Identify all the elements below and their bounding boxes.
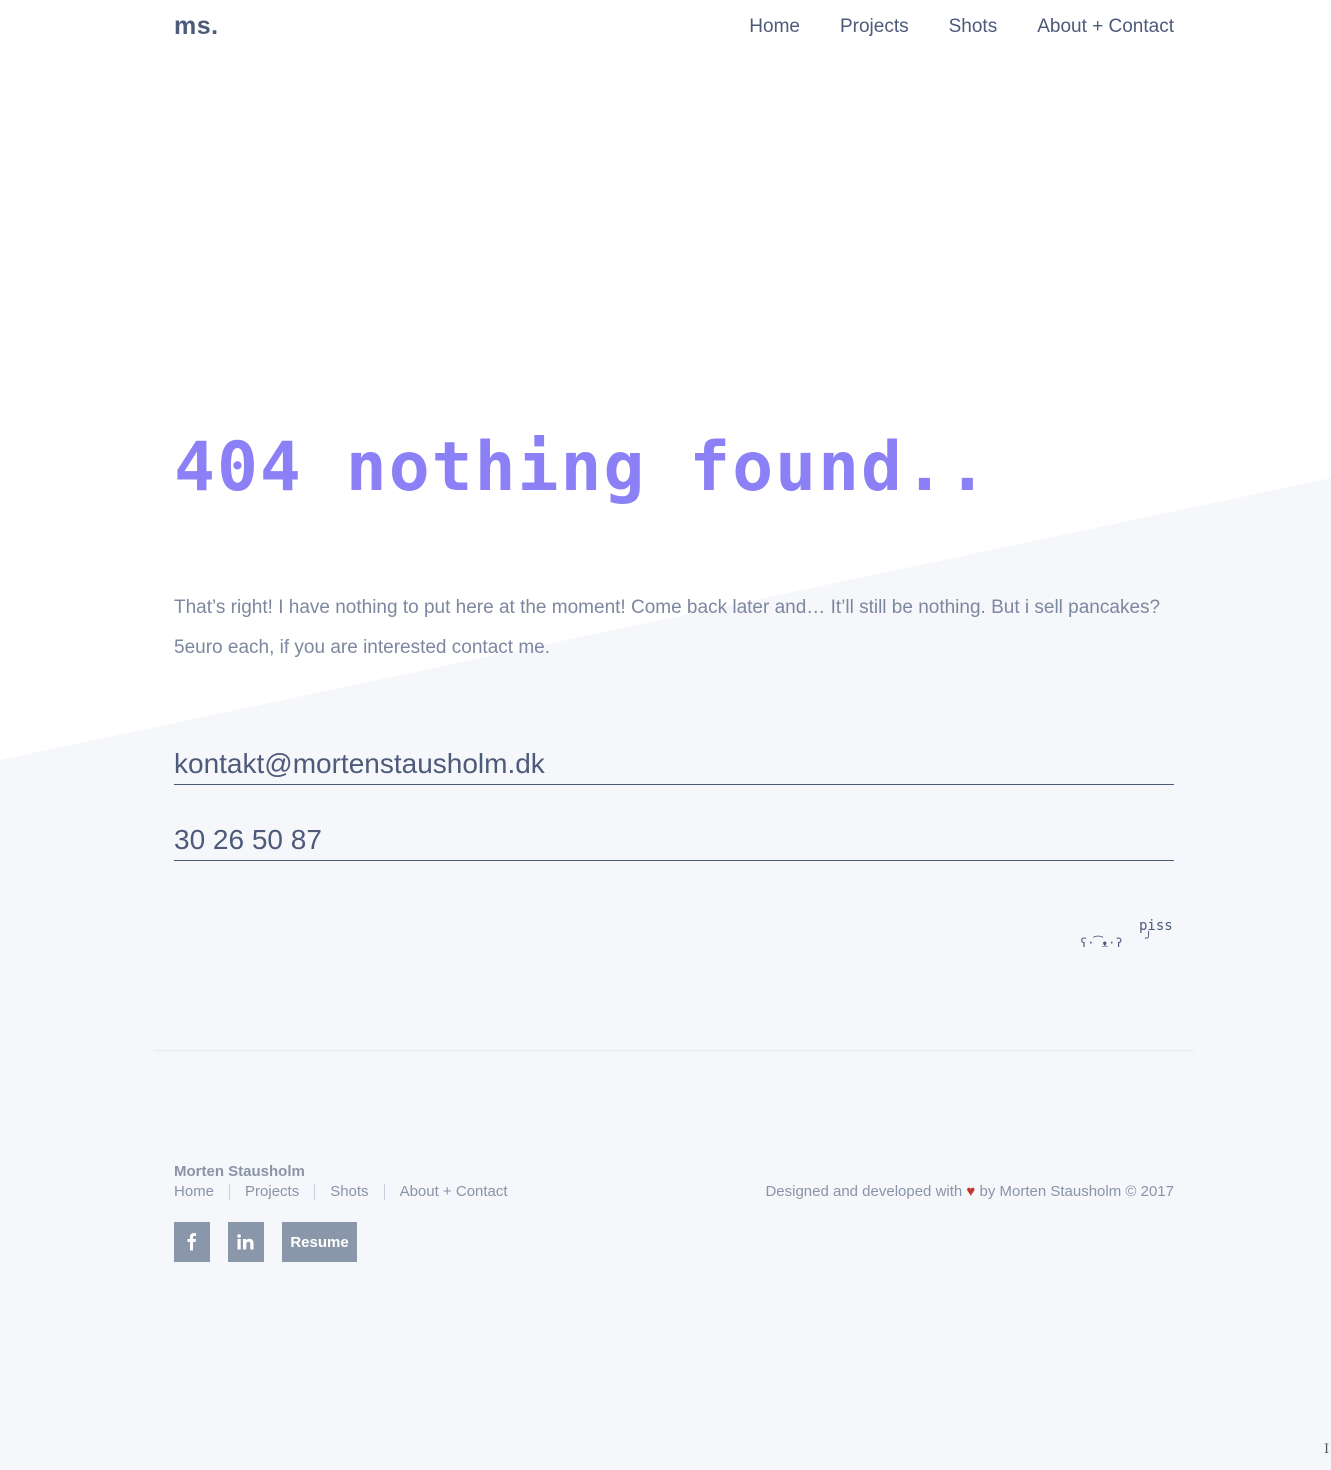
linkedin-button[interactable]: [228, 1222, 264, 1262]
nav-item-about-contact[interactable]: About + Contact: [1037, 16, 1174, 38]
footer-credit: Designed and developed with ♥ by Morten …: [765, 1183, 1174, 1200]
kaomoji-drop: ╯: [1145, 931, 1153, 945]
kaomoji-face: ʕ·͡ᴥ·ʔ: [1080, 936, 1123, 950]
footer-nav-separator: [314, 1183, 316, 1200]
credit-text-after: by Morten Stausholm © 2017: [979, 1183, 1175, 1200]
credit-text-before: Designed and developed with: [765, 1183, 963, 1200]
text-cursor-icon: I: [1324, 1442, 1330, 1457]
site-logo[interactable]: ms.: [174, 12, 219, 41]
email-contact[interactable]: kontakt@mortenstausholm.dk: [174, 748, 1174, 785]
facebook-icon: [187, 1233, 196, 1251]
kaomoji-art: ʕ·͡ᴥ·ʔ piss ╯: [1076, 916, 1176, 956]
nav-item-shots[interactable]: Shots: [949, 16, 998, 38]
footer-nav: Home Projects Shots About + Contact: [174, 1183, 508, 1200]
social-links: Resume: [174, 1222, 357, 1262]
site-header: ms. Home Projects Shots About + Contact: [174, 0, 1174, 56]
footer-divider: [154, 1050, 1194, 1051]
page-title: 404 nothing found..: [174, 428, 990, 507]
page-description: That’s right! I have nothing to put here…: [174, 597, 1161, 658]
main-nav: Home Projects Shots About + Contact: [749, 16, 1174, 38]
footer-nav-separator: [229, 1183, 231, 1200]
nav-item-home[interactable]: Home: [749, 16, 800, 38]
linkedin-icon: [237, 1234, 254, 1250]
nav-item-projects[interactable]: Projects: [840, 16, 909, 38]
phone-contact[interactable]: 30 26 50 87: [174, 824, 1174, 861]
facebook-button[interactable]: [174, 1222, 210, 1262]
footer-nav-item-about-contact[interactable]: About + Contact: [400, 1183, 508, 1200]
heart-icon: ♥: [966, 1183, 976, 1200]
footer-nav-item-shots[interactable]: Shots: [330, 1183, 368, 1200]
footer-nav-separator: [383, 1183, 385, 1200]
footer-nav-item-home[interactable]: Home: [174, 1183, 214, 1200]
footer-nav-item-projects[interactable]: Projects: [245, 1183, 299, 1200]
resume-button[interactable]: Resume: [282, 1222, 357, 1262]
footer-name: Morten Stausholm: [174, 1163, 305, 1180]
